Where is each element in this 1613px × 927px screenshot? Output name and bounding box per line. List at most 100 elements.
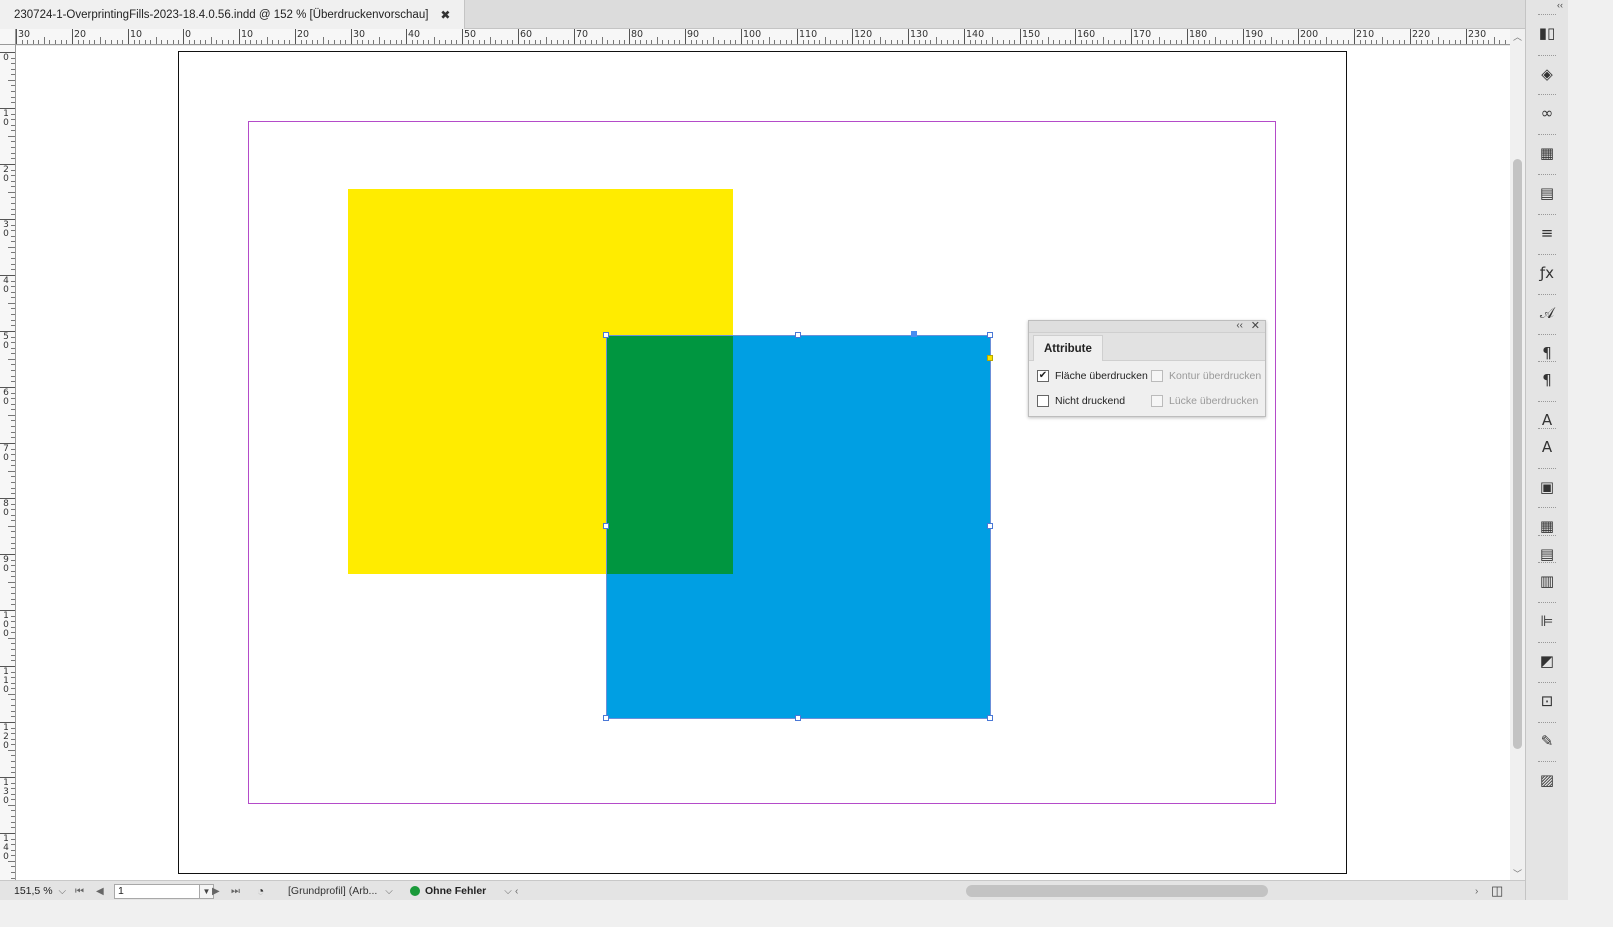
document-tab[interactable]: 230724-1-OverprintingFills-2023-18.4.0.5… (0, 0, 466, 29)
nonprinting-option[interactable]: Nicht druckend (1037, 395, 1125, 407)
pages-icon[interactable]: ▮▯ (1535, 22, 1559, 44)
close-icon[interactable]: ✖ (440, 8, 450, 22)
effects-icon[interactable]: ƒx (1535, 262, 1559, 284)
ruler-minor-tick (11, 63, 15, 64)
collapse-icon[interactable]: ‹‹ (1236, 320, 1243, 331)
next-page-icon[interactable]: ▶ (212, 881, 220, 901)
ruler-minor-tick (791, 40, 792, 44)
page-number-field[interactable]: 1 ▼ (114, 881, 214, 901)
open-page-icon[interactable]: ◔ (257, 881, 264, 901)
tab-attribute[interactable]: Attribute (1033, 335, 1103, 361)
panel-grip[interactable] (1538, 14, 1556, 17)
ruler-label: 40 (408, 29, 421, 40)
scroll-down-icon[interactable]: ﹀ (1512, 867, 1523, 879)
text-wrap-icon[interactable]: ▣ (1535, 476, 1559, 498)
scroll-left-icon[interactable]: ‹ (515, 881, 518, 901)
cell-styles-icon[interactable]: ▥ (1535, 570, 1559, 592)
horizontal-scroll-thumb[interactable] (966, 885, 1268, 897)
ruler-origin[interactable] (0, 29, 16, 45)
panel-grip[interactable] (1538, 361, 1556, 364)
panel-grip[interactable] (1538, 761, 1556, 764)
chevron-down-icon[interactable]: ⌵ (504, 886, 512, 897)
panel-grip[interactable] (1538, 428, 1556, 431)
ruler-minor-tick (11, 186, 15, 187)
preflight-icon[interactable]: ▨ (1535, 769, 1559, 791)
chevron-down-icon[interactable]: ⌵ (385, 886, 393, 897)
ruler-minor-tick (267, 37, 268, 44)
vertical-scroll-thumb[interactable] (1513, 159, 1522, 749)
ruler-minor-tick (1103, 37, 1104, 44)
resize-handle-top[interactable] (795, 332, 801, 338)
live-corner-handle[interactable] (987, 355, 993, 361)
ruler-minor-tick (1404, 40, 1405, 44)
resize-handle-top-right[interactable] (987, 332, 993, 338)
panel-grip[interactable] (1538, 334, 1556, 337)
character-styles-icon[interactable]: 𝒜 (1535, 302, 1559, 324)
vertical-scrollbar[interactable]: ︿ ﹀ (1510, 29, 1525, 880)
object-styles-icon[interactable]: ✎ (1535, 730, 1559, 752)
previous-page-icon[interactable]: ◀ (96, 881, 104, 901)
ruler-minor-tick (842, 40, 843, 44)
expand-dock-icon[interactable]: ‹‹ (1526, 0, 1569, 10)
panel-grip[interactable] (1538, 174, 1556, 177)
resize-handle-right[interactable] (987, 523, 993, 529)
panel-grip[interactable] (1538, 642, 1556, 645)
vertical-ruler[interactable]: 0 10 20 30 40 50 60 70 80 90 100 110 120 130 140 (0, 45, 16, 900)
transform-icon[interactable]: ⊡ (1535, 690, 1559, 712)
stroke-icon[interactable]: ≡ (1535, 222, 1559, 244)
close-icon[interactable]: ✕ (1251, 319, 1260, 332)
pathfinder-icon[interactable]: ◩ (1535, 650, 1559, 672)
ruler-minor-tick (390, 40, 391, 44)
resize-handle-bottom-left[interactable] (603, 715, 609, 721)
scroll-up-icon[interactable]: ︿ (1512, 30, 1523, 42)
panel-grip[interactable] (1538, 401, 1556, 404)
panel-grip[interactable] (1538, 602, 1556, 605)
resize-handle-top-left[interactable] (603, 332, 609, 338)
panel-grip[interactable] (1538, 722, 1556, 725)
panel-grip[interactable] (1538, 535, 1556, 538)
paragraph-styles-icon[interactable]: ¶ (1535, 369, 1559, 391)
split-window-icon[interactable]: ◫ (1491, 881, 1503, 901)
panel-grip[interactable] (1538, 507, 1556, 510)
panel-grip[interactable] (1538, 468, 1556, 471)
layers-icon[interactable]: ◈ (1535, 63, 1559, 85)
panel-grip[interactable] (1538, 55, 1556, 58)
table-icon[interactable]: ▦ (1535, 515, 1559, 537)
nonprinting-checkbox[interactable] (1037, 395, 1049, 407)
scroll-right-icon[interactable]: › (1475, 881, 1478, 901)
panel-grip[interactable] (1538, 294, 1556, 297)
panel-grip[interactable] (1538, 254, 1556, 257)
page-number-input[interactable]: 1 (114, 883, 200, 899)
ruler-minor-tick (11, 214, 15, 215)
resize-handle-bottom[interactable] (795, 715, 801, 721)
panel-grip[interactable] (1538, 214, 1556, 217)
ruler-minor-tick (863, 40, 864, 44)
zoom-level-control[interactable]: 151,5 % ⌵ (14, 881, 66, 901)
ruler-minor-tick (189, 40, 190, 44)
ruler-minor-tick (847, 40, 848, 44)
overprint-fill-option[interactable]: ✔ Fläche überdrucken (1037, 370, 1148, 382)
panel-grip[interactable] (1538, 94, 1556, 97)
resize-handle-left[interactable] (603, 523, 609, 529)
horizontal-ruler[interactable]: 30 20 10 0 10 20 30 40 50 60 70 80 90 100 110 120 130 140… (16, 29, 1510, 45)
preflight-profile[interactable]: [Grundprofil] (Arb... ⌵ (288, 881, 393, 901)
preflight-status[interactable]: Ohne Fehler ⌵ (410, 881, 512, 901)
gradient-icon[interactable]: ▤ (1535, 182, 1559, 204)
overprint-fill-checkbox[interactable]: ✔ (1037, 370, 1049, 382)
first-page-icon[interactable]: ⏮ (75, 881, 84, 901)
swatches-icon[interactable]: ▦ (1535, 142, 1559, 164)
ruler-minor-tick (1460, 40, 1461, 44)
panel-grip[interactable] (1538, 682, 1556, 685)
panel-grip[interactable] (1538, 134, 1556, 137)
last-page-icon[interactable]: ⏭ (231, 881, 240, 901)
ruler-minor-tick (312, 40, 313, 44)
panel-titlebar[interactable]: ‹‹ ✕ (1029, 319, 1265, 333)
resize-handle-bottom-right[interactable] (987, 715, 993, 721)
panel-grip[interactable] (1538, 562, 1556, 565)
content-grabber-handle[interactable] (911, 331, 917, 337)
document-canvas[interactable] (16, 46, 1510, 880)
links-icon[interactable]: ∞ (1535, 102, 1559, 124)
align-icon[interactable]: ⊫ (1535, 610, 1559, 632)
chevron-down-icon[interactable]: ⌵ (59, 886, 67, 897)
glyphs-icon[interactable]: A (1535, 436, 1559, 458)
